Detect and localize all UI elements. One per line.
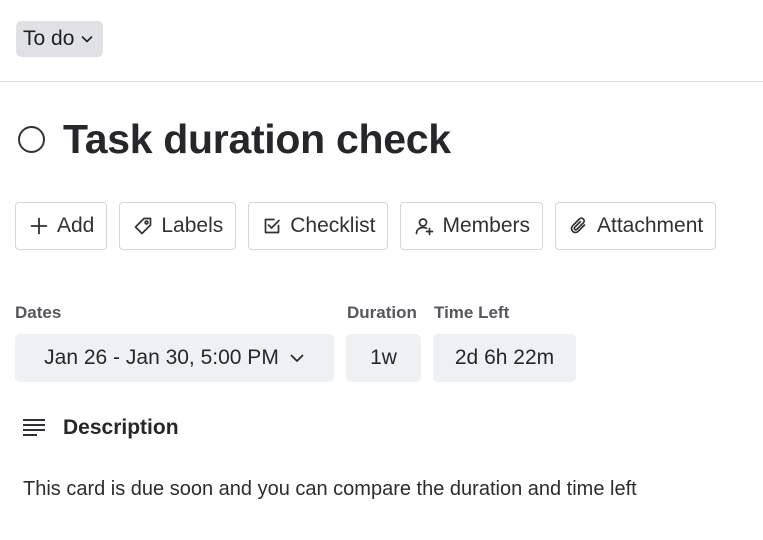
duration-value: 1w: [370, 346, 397, 369]
labels-button-label: Labels: [161, 214, 224, 237]
dates-label: Dates: [15, 303, 62, 322]
tag-icon: [135, 217, 152, 235]
duration-label: Duration: [347, 303, 417, 322]
dates-dropdown[interactable]: Jan 26 - Jan 30, 5:00 PM: [15, 334, 334, 382]
card-title-row: Task duration check: [18, 116, 451, 163]
paperclip-icon: [570, 217, 586, 234]
description-heading: Description: [63, 416, 179, 439]
add-button[interactable]: Add: [15, 202, 108, 250]
members-button-label: Members: [442, 214, 530, 237]
duration-value-box: 1w: [346, 334, 421, 382]
chevron-down-icon: [290, 354, 304, 362]
status-label: To do: [23, 27, 75, 50]
text-lines-icon: [23, 419, 45, 436]
time-left-value: 2d 6h 22m: [454, 346, 555, 369]
labels-button[interactable]: Labels: [119, 202, 237, 250]
add-button-label: Add: [57, 214, 95, 237]
attachment-button-label: Attachment: [597, 214, 704, 237]
time-left-value-box: 2d 6h 22m: [433, 334, 576, 382]
description-header: Description: [22, 416, 179, 440]
card-detail-page: To do Task duration check Add Labels Che…: [0, 0, 763, 540]
complete-toggle[interactable]: [18, 126, 45, 153]
chevron-down-icon: [82, 36, 93, 43]
members-button[interactable]: Members: [400, 202, 543, 250]
checkbox-icon: [264, 218, 281, 234]
plus-icon: [30, 217, 48, 235]
checklist-button[interactable]: Checklist: [248, 202, 389, 250]
checklist-button-label: Checklist: [290, 214, 376, 237]
card-header-bar: To do: [0, 0, 763, 82]
card-actions-bar: Add Labels Checklist Members Attachment: [15, 202, 717, 250]
description-text[interactable]: This card is due soon and you can compar…: [23, 478, 637, 501]
dates-value: Jan 26 - Jan 30, 5:00 PM: [44, 346, 279, 369]
add-person-icon: [416, 218, 434, 236]
time-left-label: Time Left: [434, 303, 510, 322]
card-title[interactable]: Task duration check: [63, 116, 451, 163]
attachment-button[interactable]: Attachment: [555, 202, 717, 250]
status-dropdown[interactable]: To do: [16, 21, 104, 57]
